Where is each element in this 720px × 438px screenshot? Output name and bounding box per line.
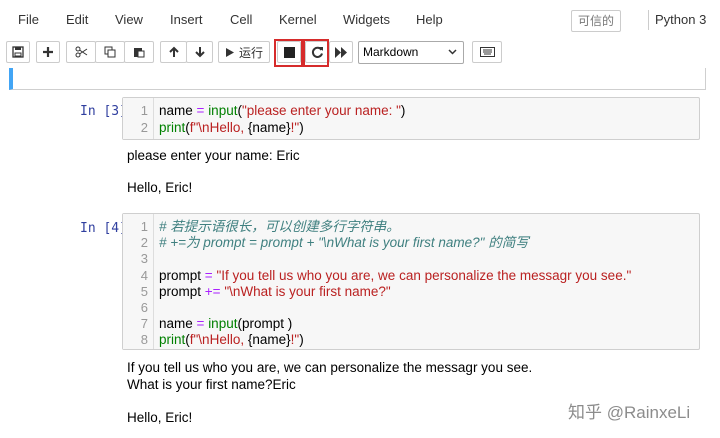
cut-button[interactable]	[66, 41, 96, 63]
menu-edit[interactable]: Edit	[66, 12, 88, 27]
code-token: prompt	[159, 283, 205, 299]
run-icon	[225, 47, 234, 57]
highlight-stop	[274, 39, 303, 67]
menu-insert[interactable]: Insert	[170, 12, 203, 27]
add-icon	[43, 47, 53, 57]
cell4-input[interactable]: 1 # 若提示语很长，可以创建多行字符串。 2 # +=为 prompt = prom…	[122, 213, 700, 350]
code-text: # +=为 prompt = prompt + "\nWhat is your …	[159, 235, 529, 251]
line-number: 7	[140, 316, 148, 332]
code-token: input	[208, 316, 238, 332]
line-number: 1	[140, 103, 148, 118]
code-token: f"\nHello,	[189, 332, 248, 348]
save-button[interactable]	[6, 41, 30, 63]
chevron-down-icon	[448, 49, 457, 55]
line-number: 2	[140, 235, 148, 251]
menu-kernel[interactable]: Kernel	[279, 12, 317, 27]
code-token: +=	[204, 283, 221, 299]
output-line: What is your first name?Eric	[127, 376, 296, 392]
code-token: # +=为 prompt = prompt + "\nWhat is your …	[159, 235, 529, 251]
code-token: name	[159, 316, 197, 332]
paste-icon	[134, 48, 145, 58]
code-text: name = input("please enter your name: ")	[159, 103, 405, 119]
code-token: prompt	[159, 267, 205, 283]
code-token: input	[208, 103, 238, 118]
code-token: (prompt )	[237, 316, 293, 332]
line-number: 1	[140, 219, 148, 234]
cut-icon	[75, 46, 87, 58]
code-text: print(f"\nHello, {name}!")	[159, 332, 304, 348]
line-number: 5	[140, 283, 148, 299]
copy-button[interactable]	[95, 41, 125, 63]
menu-help[interactable]: Help	[416, 12, 443, 27]
code-token: {name}	[247, 119, 291, 135]
code-token: !"	[290, 332, 300, 348]
code-text: name = input(prompt )	[159, 316, 292, 332]
menu-file[interactable]: File	[18, 12, 39, 27]
code-token: "\nWhat is your first name?"	[224, 283, 391, 299]
cell3-input[interactable]: 1 name = input("please enter your name: "…	[122, 97, 700, 140]
line-number: 6	[140, 300, 148, 315]
copy-icon	[104, 46, 116, 58]
code-text: prompt = "If you tell us who you are, we…	[159, 268, 631, 284]
line-number: 2	[140, 119, 148, 135]
insert-cell-button[interactable]	[36, 41, 60, 63]
line-number: 4	[140, 267, 148, 283]
code-token: )	[400, 103, 406, 118]
code-text: # 若提示语很长，可以创建多行字符串。	[159, 219, 400, 235]
menu-cell[interactable]: Cell	[230, 12, 252, 27]
line-number: 8	[140, 332, 148, 348]
run-button[interactable]: 运行	[218, 41, 270, 63]
fast-forward-icon	[334, 46, 347, 58]
menu-view[interactable]: View	[115, 12, 143, 27]
up-icon	[168, 46, 179, 57]
keyboard-icon	[479, 47, 495, 57]
menu-widgets[interactable]: Widgets	[343, 12, 390, 27]
cell-type-select[interactable]: Markdown	[358, 41, 464, 64]
line-number: 3	[140, 251, 148, 267]
code-token: )	[299, 119, 304, 135]
code-token: "please enter your name: "	[241, 103, 401, 118]
save-icon	[12, 46, 24, 58]
code-token: !"	[290, 119, 300, 135]
move-up-button[interactable]	[160, 41, 187, 63]
code-token: "If you tell us who you are, we can pers…	[216, 267, 632, 283]
paste-button[interactable]	[124, 41, 154, 63]
code-token: {name}	[247, 332, 291, 348]
down-icon	[194, 47, 205, 58]
restart-run-all-button[interactable]	[329, 41, 353, 63]
code-token: name	[159, 103, 197, 118]
kernel-indicator: Python 3	[648, 10, 706, 30]
selected-cell-edge[interactable]	[9, 68, 706, 90]
cell-type-value: Markdown	[363, 45, 419, 59]
output-line: If you tell us who you are, we can perso…	[127, 360, 533, 375]
code-text: print(f"\nHello, {name}!")	[159, 120, 304, 136]
move-down-button[interactable]	[186, 41, 213, 63]
menubar: File Edit View Insert Cell Kernel Widget…	[0, 0, 720, 39]
code-token: =	[204, 267, 213, 283]
code-token: )	[299, 332, 304, 348]
code-token: print	[159, 332, 186, 348]
code-text: prompt += "\nWhat is your first name?"	[159, 284, 391, 300]
trusted-indicator[interactable]: 可信的	[571, 10, 622, 32]
command-palette-button[interactable]	[472, 41, 502, 63]
output-line: Hello, Eric!	[127, 180, 193, 195]
code-token: f"\nHello,	[189, 119, 248, 135]
run-label: 运行	[238, 45, 263, 60]
highlight-restart	[303, 39, 329, 67]
output-line: Hello, Eric!	[127, 409, 193, 425]
output-line: please enter your name: Eric	[127, 148, 300, 163]
code-token: print	[159, 119, 186, 135]
watermark: 知乎 @RainxeLi	[568, 403, 691, 422]
code-token: # 若提示语很长，可以创建多行字符串。	[159, 219, 400, 234]
